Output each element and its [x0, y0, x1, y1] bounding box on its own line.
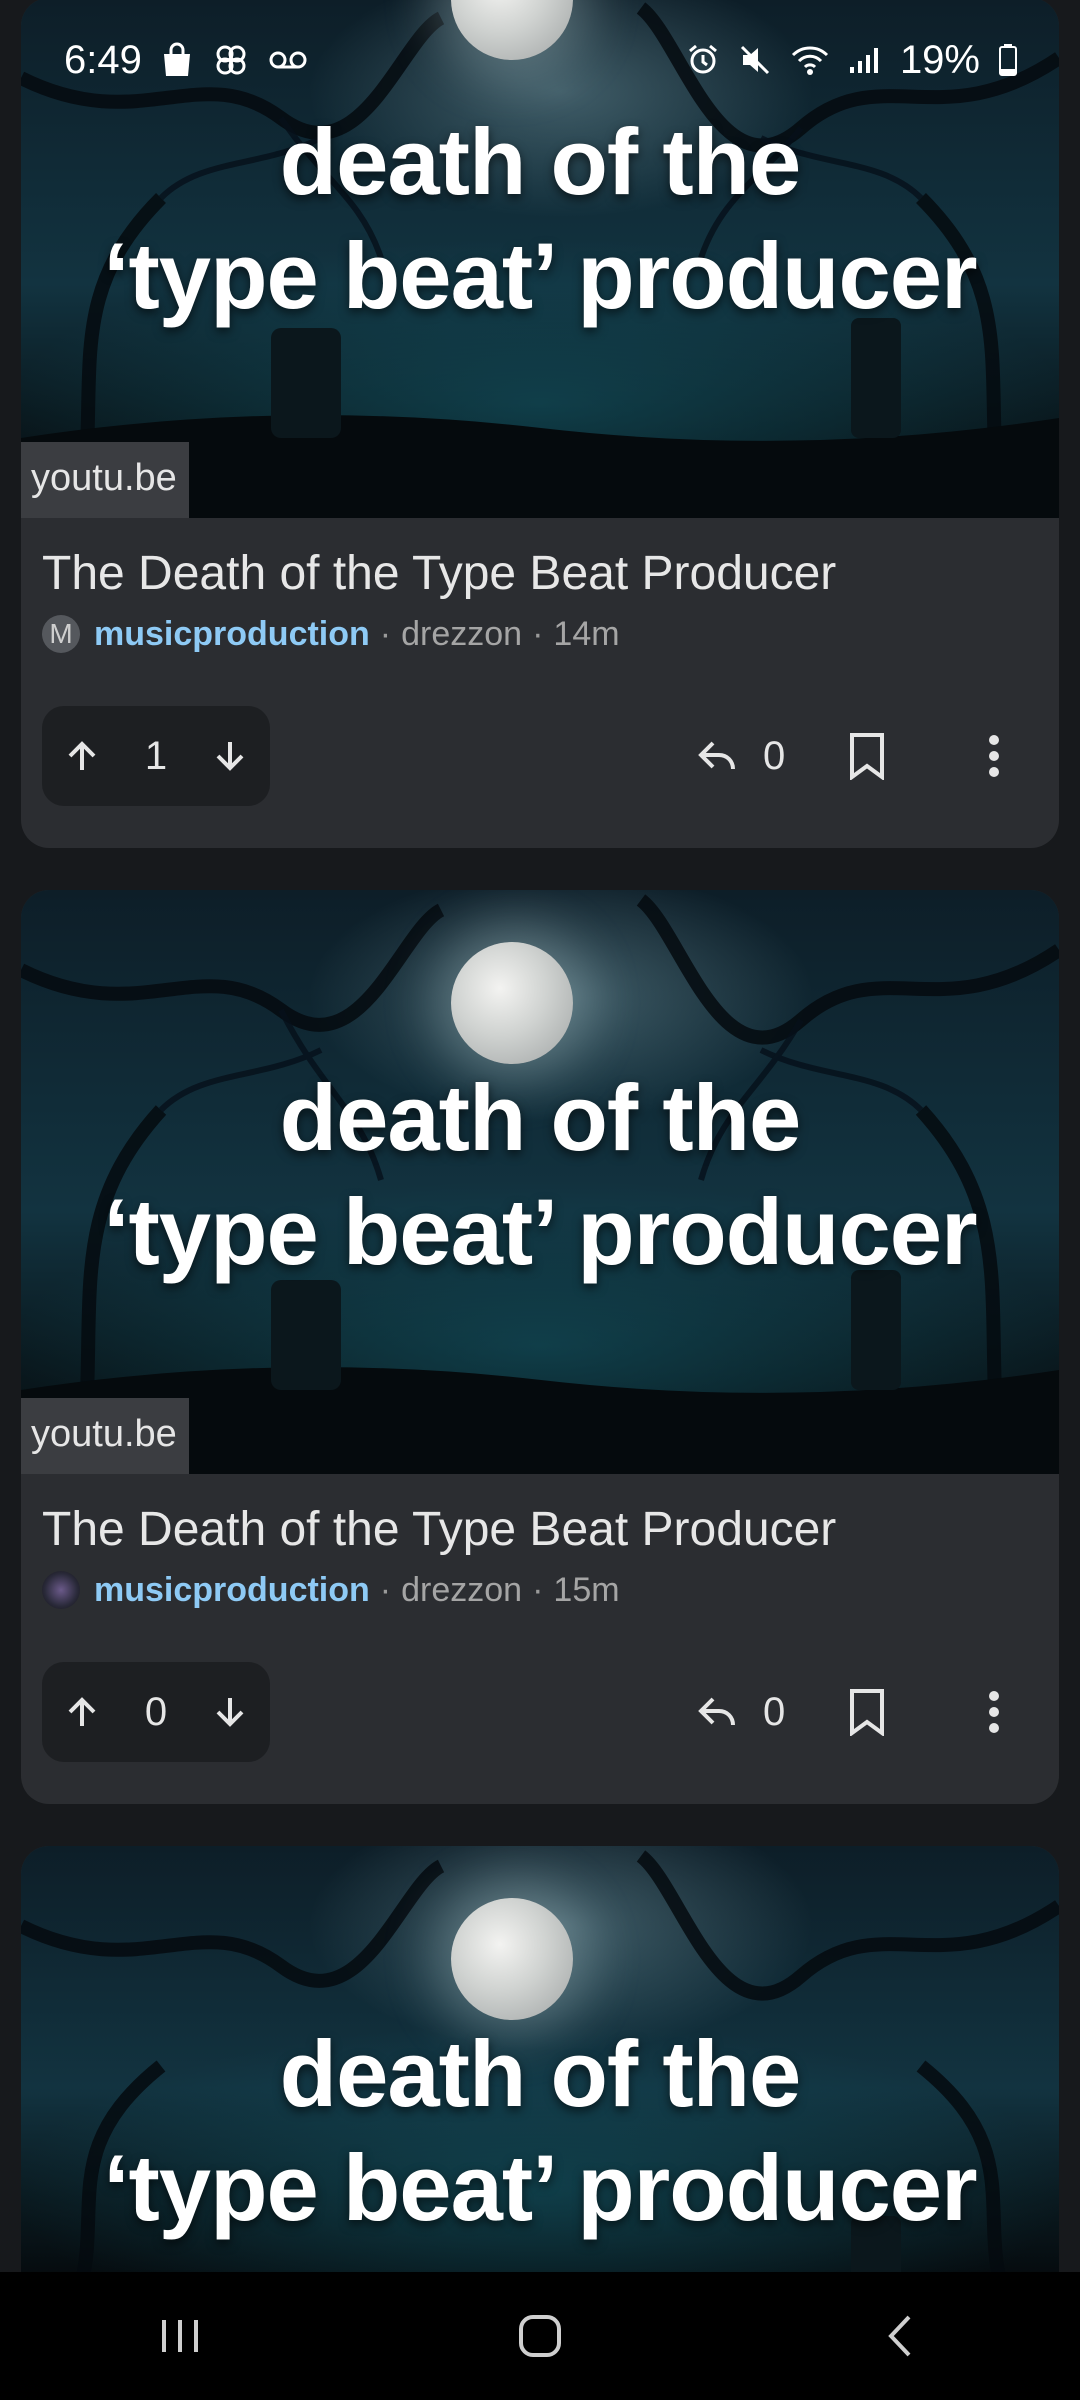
post-meta: M musicproduction · drezzon · 14m — [42, 612, 1059, 656]
downvote-button[interactable] — [212, 738, 248, 774]
post-card[interactable]: death of the ‘type beat’ producer — [21, 1846, 1059, 2286]
battery-percent: 19% — [899, 37, 980, 82]
community-link[interactable]: musicproduction — [94, 1571, 370, 1610]
bookmark-button[interactable] — [847, 706, 887, 806]
link-domain-badge[interactable]: youtu.be — [21, 1398, 189, 1474]
meta-separator: · — [379, 1570, 392, 1609]
reply-count: 0 — [763, 1689, 786, 1734]
post-time: 14m — [553, 614, 620, 653]
battery-icon — [998, 43, 1018, 77]
vote-control: 1 — [42, 706, 270, 806]
voicemail-icon — [268, 48, 308, 72]
post-card[interactable]: death of the ‘type beat’ producer youtu.… — [21, 890, 1059, 1804]
shopping-bag-icon — [160, 42, 194, 78]
vote-control: 0 — [42, 1662, 270, 1762]
reply-button[interactable]: 0 — [697, 706, 785, 806]
bookmark-icon — [850, 733, 884, 780]
more-options-button[interactable] — [987, 1662, 1001, 1762]
thumbnail-caption-line1: death of the — [279, 109, 802, 214]
status-bar: 6:49 19% — [0, 0, 1080, 120]
upvote-button[interactable] — [64, 738, 100, 774]
status-time: 6:49 — [64, 37, 142, 82]
meta-separator: · — [532, 1570, 544, 1609]
post-thumbnail[interactable]: death of the ‘type beat’ producer — [21, 1846, 1059, 2286]
reply-count: 0 — [763, 733, 786, 778]
author-link[interactable]: drezzon — [401, 1571, 522, 1610]
reply-icon — [698, 741, 735, 770]
post-meta: musicproduction · drezzon · 15m — [42, 1568, 1059, 1612]
back-chevron-icon — [888, 2315, 911, 2357]
post-time: 15m — [553, 1570, 620, 1609]
signal-icon — [848, 45, 882, 75]
arrow-down-icon — [216, 742, 244, 771]
system-navigation-bar — [0, 2272, 1080, 2400]
alarm-icon — [686, 43, 720, 77]
thumbnail-caption-line2: ‘type beat’ producer — [103, 1179, 977, 1284]
post-title[interactable]: The Death of the Type Beat Producer — [42, 1502, 1059, 1558]
more-options-button[interactable] — [987, 706, 1001, 806]
more-vertical-icon — [989, 735, 999, 777]
bookmark-icon — [850, 1689, 884, 1736]
bookmark-button[interactable] — [847, 1662, 887, 1762]
wifi-icon — [790, 44, 830, 76]
post-card[interactable]: death of the ‘type beat’ producer youtu.… — [21, 0, 1059, 848]
arrow-up-icon — [68, 741, 96, 770]
thumbnail-caption-line2: ‘type beat’ producer — [103, 2135, 977, 2240]
link-domain-badge[interactable]: youtu.be — [21, 442, 189, 518]
home-icon — [519, 2315, 561, 2357]
post-actions: 1 0 — [21, 706, 1059, 806]
thumbnail-caption-line1: death of the — [279, 2021, 802, 2126]
reply-button[interactable]: 0 — [697, 1662, 785, 1762]
vote-score: 0 — [144, 1689, 168, 1734]
vote-score: 1 — [144, 733, 168, 778]
community-avatar[interactable]: M — [42, 615, 80, 653]
moon-graphic — [451, 1898, 573, 2020]
recent-apps-icon — [162, 2320, 198, 2352]
more-vertical-icon — [989, 1691, 999, 1733]
author-link[interactable]: drezzon — [401, 615, 522, 654]
post-actions: 0 0 — [21, 1662, 1059, 1762]
home-button[interactable] — [480, 2313, 600, 2359]
pinwheel-icon — [212, 41, 250, 79]
back-button[interactable] — [840, 2313, 960, 2359]
arrow-up-icon — [68, 1697, 96, 1726]
thumbnail-caption-line2: ‘type beat’ producer — [103, 223, 977, 328]
mute-icon — [738, 43, 772, 77]
meta-separator: · — [379, 614, 392, 653]
moon-graphic — [451, 942, 573, 1064]
reply-icon — [698, 1697, 735, 1726]
post-title[interactable]: The Death of the Type Beat Producer — [42, 546, 1059, 602]
thumbnail-caption-line1: death of the — [279, 1065, 802, 1170]
recent-apps-button[interactable] — [120, 2316, 240, 2356]
community-avatar[interactable] — [42, 1571, 80, 1609]
meta-separator: · — [532, 614, 544, 653]
downvote-button[interactable] — [212, 1694, 248, 1730]
community-link[interactable]: musicproduction — [94, 615, 370, 654]
post-thumbnail[interactable]: death of the ‘type beat’ producer youtu.… — [21, 890, 1059, 1474]
upvote-button[interactable] — [64, 1694, 100, 1730]
arrow-down-icon — [216, 1698, 244, 1727]
